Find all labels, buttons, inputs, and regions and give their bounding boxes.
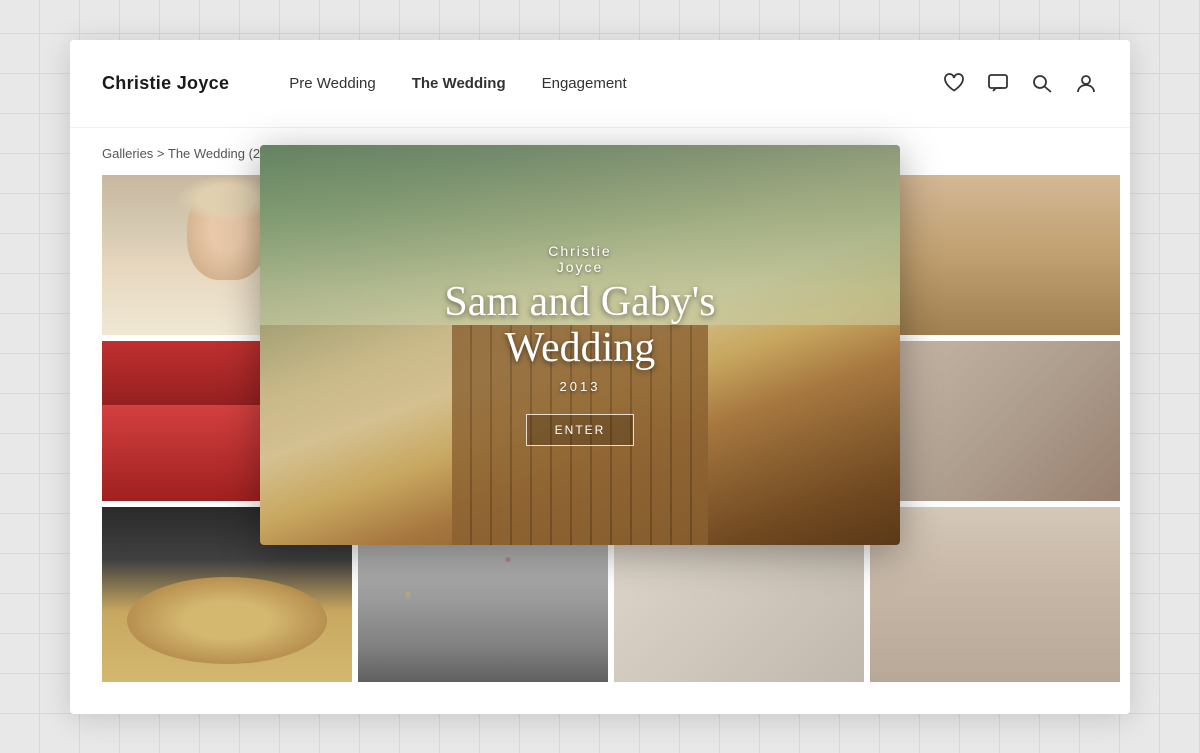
photo-tan-detail[interactable] bbox=[870, 175, 1120, 335]
nav-item-pre-wedding[interactable]: Pre Wedding bbox=[289, 75, 375, 92]
modal-title: Sam and Gaby'sWedding bbox=[444, 279, 715, 371]
search-icon[interactable] bbox=[1030, 71, 1054, 95]
user-icon[interactable] bbox=[1074, 71, 1098, 95]
comment-icon[interactable] bbox=[986, 71, 1010, 95]
modal-year: 2013 bbox=[444, 379, 715, 394]
main-nav: Pre Wedding The Wedding Engagement bbox=[289, 75, 942, 92]
heart-icon[interactable] bbox=[942, 71, 966, 95]
modal-card[interactable]: ChristieJoyce Sam and Gaby'sWedding 2013… bbox=[260, 145, 900, 545]
photo-portrait-smile[interactable] bbox=[870, 507, 1120, 682]
modal-background: ChristieJoyce Sam and Gaby'sWedding 2013… bbox=[260, 145, 900, 545]
photo-wedding-detail[interactable] bbox=[870, 341, 1120, 501]
header-icons bbox=[942, 71, 1098, 95]
modal-content: ChristieJoyce Sam and Gaby'sWedding 2013… bbox=[444, 243, 715, 446]
app-window: Christie Joyce Pre Wedding The Wedding E… bbox=[70, 40, 1130, 714]
header: Christie Joyce Pre Wedding The Wedding E… bbox=[70, 40, 1130, 128]
modal-enter-button[interactable]: ENTER bbox=[526, 414, 635, 446]
logo: Christie Joyce bbox=[102, 73, 229, 94]
gallery-area: ChristieJoyce Sam and Gaby'sWedding 2013… bbox=[70, 175, 1130, 714]
nav-item-engagement[interactable]: Engagement bbox=[542, 75, 627, 92]
modal-subtitle: ChristieJoyce bbox=[444, 243, 715, 275]
nav-item-the-wedding[interactable]: The Wedding bbox=[412, 75, 506, 92]
